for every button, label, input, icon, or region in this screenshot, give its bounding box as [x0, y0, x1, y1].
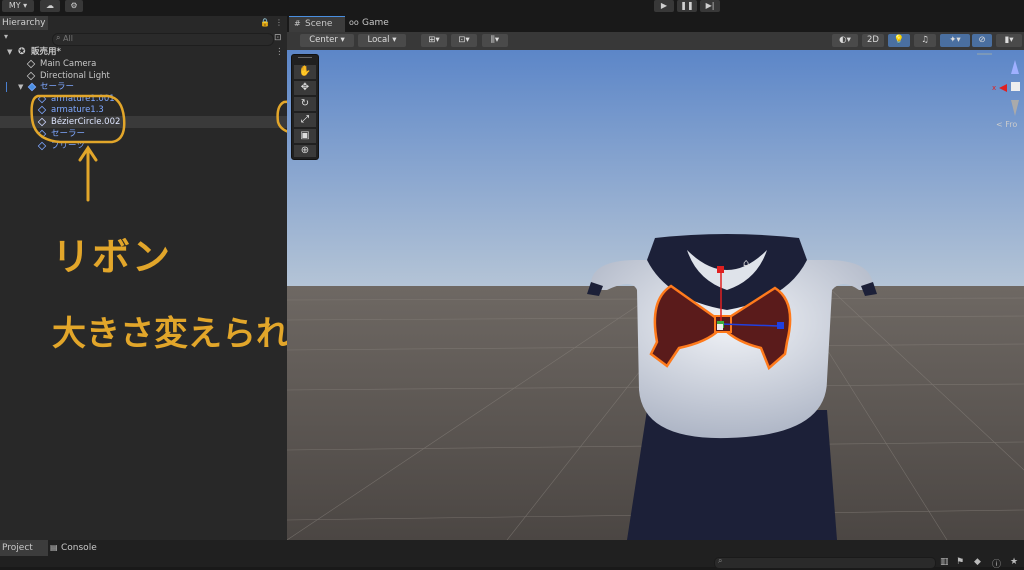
filter-label-icon[interactable]: ⚑: [956, 557, 964, 567]
tab-label: Console: [61, 543, 97, 553]
toggle-2d-button[interactable]: 2D: [862, 34, 884, 47]
search-icon: ⌕: [718, 556, 723, 565]
grid-icon: #: [294, 19, 301, 28]
move-tool-icon[interactable]: ✥: [294, 81, 316, 95]
tab-console[interactable]: ▤ Console: [50, 540, 110, 556]
annotation-text-ribbon: リボン: [52, 235, 173, 279]
annotation-arrow: [78, 145, 98, 202]
scene-viewport[interactable]: ⌂ x < Fro: [287, 50, 1024, 540]
tab-game[interactable]: oo Game: [347, 16, 399, 32]
info-icon[interactable]: ⓘ: [992, 557, 1001, 570]
lighting-toggle-icon[interactable]: 💡: [888, 34, 910, 47]
grid-snap-button[interactable]: ⊞▾: [421, 34, 447, 47]
tool-palette: ✋ ✥ ↻ ⤢ ▣ ⊕: [291, 54, 319, 160]
rect-tool-icon[interactable]: ▣: [294, 129, 316, 143]
rotate-tool-icon[interactable]: ↻: [294, 97, 316, 111]
bottom-panel: Project ▤ Console ⌕ ▥ ⚑ ◆ ⓘ ★: [0, 540, 1024, 570]
gizmo-z-handle[interactable]: [777, 322, 784, 329]
gizmo-y-handle[interactable]: [717, 266, 724, 273]
tab-label: Scene: [305, 19, 333, 29]
favorite-star-icon[interactable]: ★: [1010, 557, 1018, 567]
hand-tool-icon[interactable]: ✋: [294, 65, 316, 79]
filter-type-icon[interactable]: ▥: [940, 557, 949, 567]
gamepad-icon: oo: [349, 18, 359, 27]
transform-tool-icon[interactable]: ⊕: [294, 145, 316, 157]
projection-label[interactable]: < Fro: [996, 120, 1017, 129]
pivot-center-dropdown[interactable]: Center ▾: [300, 34, 354, 47]
annotation-circle-items: [30, 94, 126, 144]
scene-tab-bar: # Scene oo Game: [287, 16, 1024, 32]
effects-dropdown[interactable]: ✦▾: [940, 34, 970, 47]
svg-text:x: x: [992, 84, 996, 92]
projection-icon: <: [996, 120, 1003, 129]
camera-gizmo-icon: ⌂: [743, 258, 749, 269]
draw-mode-dropdown[interactable]: ◐▾: [832, 34, 858, 47]
tag-icon[interactable]: ◆: [974, 557, 981, 567]
align-button[interactable]: ⫼▾: [482, 34, 508, 47]
snap-increment-button[interactable]: ⊡▾: [451, 34, 477, 47]
pivot-local-dropdown[interactable]: Local ▾: [358, 34, 406, 47]
hidden-objects-icon[interactable]: ⊘: [972, 34, 992, 47]
console-icon: ▤: [50, 543, 58, 552]
tab-label: Game: [362, 18, 389, 28]
scale-tool-icon[interactable]: ⤢: [294, 113, 316, 127]
gizmo-x-handle[interactable]: [717, 324, 723, 330]
tab-scene[interactable]: # Scene: [289, 16, 345, 32]
project-search-input[interactable]: ⌕: [714, 556, 936, 569]
projection-text: Fro: [1005, 120, 1018, 129]
tab-project[interactable]: Project: [0, 540, 48, 556]
camera-settings-dropdown[interactable]: ▮▾: [996, 34, 1022, 47]
audio-toggle-icon[interactable]: ♫: [914, 34, 936, 47]
scene-render: ⌂ x: [287, 50, 1024, 540]
